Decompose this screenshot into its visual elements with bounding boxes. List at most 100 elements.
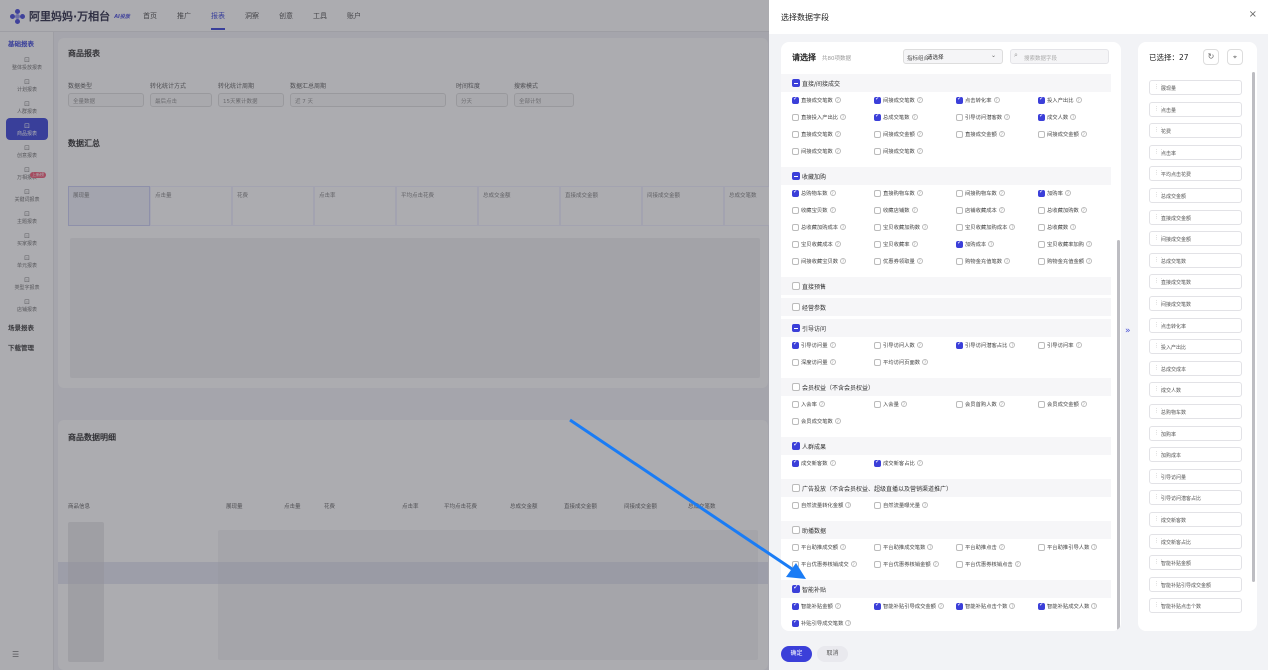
field-checkbox-item[interactable]: 加购成本? — [956, 239, 995, 249]
field-group-header[interactable]: 直接预售 — [781, 277, 1111, 295]
help-icon[interactable]: ? — [1080, 131, 1087, 137]
checkbox[interactable] — [1038, 601, 1045, 610]
help-icon[interactable]: ? — [932, 561, 939, 567]
left-scrollbar[interactable] — [1117, 240, 1120, 630]
selected-field-item[interactable]: ⋮⋮ 引导访问潜客占比 — [1149, 490, 1242, 506]
help-icon[interactable]: ? — [1014, 561, 1021, 567]
field-checkbox-item[interactable]: 总收藏数? — [1038, 222, 1077, 232]
checkbox[interactable] — [792, 358, 799, 366]
help-icon[interactable]: ? — [998, 401, 1005, 407]
help-icon[interactable]: ? — [840, 114, 847, 120]
checkbox[interactable] — [792, 257, 799, 265]
field-checkbox-item[interactable]: 宝贝收藏率加购? — [1038, 239, 1093, 249]
field-checkbox-item[interactable]: 间接收藏宝贝数? — [792, 256, 847, 266]
checkbox[interactable] — [792, 458, 799, 467]
help-icon[interactable]: ? — [993, 97, 1000, 103]
help-icon[interactable]: ? — [1070, 224, 1077, 230]
selected-field-item[interactable]: ⋮⋮ 引导访问量 — [1149, 468, 1242, 484]
field-checkbox-item[interactable]: 入会率? — [792, 399, 825, 409]
field-checkbox-item[interactable]: 间接成交金额? — [1038, 129, 1087, 139]
selected-field-item[interactable]: ⋮⋮ 花费 — [1149, 123, 1242, 139]
group-checkbox[interactable] — [792, 484, 800, 492]
field-checkbox-item[interactable]: 平台优惠券核销金额? — [874, 559, 939, 569]
field-checkbox-item[interactable]: 间接成交金额? — [874, 129, 923, 139]
checkbox[interactable] — [874, 130, 881, 138]
field-checkbox-item[interactable]: 平均访问页面数? — [874, 357, 929, 367]
help-icon[interactable]: ? — [840, 224, 847, 230]
help-icon[interactable]: ? — [1004, 258, 1011, 264]
field-checkbox-item[interactable]: 直接投入产出比? — [792, 112, 847, 122]
field-checkbox-item[interactable]: 总收藏加购成本? — [792, 222, 847, 232]
field-checkbox-item[interactable]: 会员成交金额? — [1038, 399, 1087, 409]
checkbox[interactable] — [874, 240, 881, 248]
help-icon[interactable]: ? — [834, 148, 841, 154]
checkbox[interactable] — [792, 501, 799, 509]
help-icon[interactable]: ? — [922, 224, 929, 230]
help-icon[interactable]: ? — [916, 258, 923, 264]
help-icon[interactable]: ? — [1004, 114, 1011, 120]
selected-field-item[interactable]: ⋮⋮ 间接成交金额 — [1149, 231, 1242, 247]
field-checkbox-item[interactable]: 间接成交笔数? — [874, 146, 923, 156]
checkbox[interactable] — [792, 188, 799, 197]
modal-overlay[interactable] — [0, 0, 769, 670]
field-checkbox-item[interactable]: 总收藏加购数? — [1038, 205, 1087, 215]
checkbox[interactable] — [874, 543, 881, 551]
help-icon[interactable]: ? — [850, 561, 857, 567]
help-icon[interactable]: ? — [829, 190, 836, 196]
field-checkbox-item[interactable]: 智能补贴成交人数? — [1038, 601, 1098, 611]
help-icon[interactable]: ? — [916, 460, 923, 466]
field-checkbox-item[interactable]: 平台优惠券核销成交? — [792, 559, 857, 569]
field-checkbox-item[interactable]: 总成交笔数? — [874, 112, 918, 122]
checkbox[interactable] — [1038, 130, 1045, 138]
checkbox[interactable] — [792, 147, 799, 155]
field-checkbox-item[interactable]: 直接成交笔数? — [792, 95, 841, 105]
checkbox[interactable] — [874, 341, 881, 349]
close-icon[interactable]: × — [1249, 9, 1257, 20]
help-icon[interactable]: ? — [834, 131, 841, 137]
checkbox[interactable] — [956, 130, 963, 138]
selected-field-item[interactable]: ⋮⋮ 直接成交笔数 — [1149, 274, 1242, 290]
help-icon[interactable]: ? — [1009, 224, 1016, 230]
field-checkbox-item[interactable]: 直接成交金额? — [956, 129, 1005, 139]
field-group-header[interactable]: 助播数据 — [781, 521, 1111, 539]
checkbox[interactable] — [792, 130, 799, 138]
selected-field-item[interactable]: ⋮⋮ 直接成交金额 — [1149, 209, 1242, 225]
selected-field-item[interactable]: ⋮⋮ 总成交成本 — [1149, 360, 1242, 376]
checkbox[interactable] — [874, 112, 881, 121]
checkbox[interactable] — [874, 147, 881, 155]
checkbox[interactable] — [792, 240, 799, 248]
help-icon[interactable]: ? — [834, 241, 841, 247]
checkbox[interactable] — [874, 458, 881, 467]
selected-field-item[interactable]: ⋮⋮ 成交新客占比 — [1149, 533, 1242, 549]
field-checkbox-item[interactable]: 引导访问人数? — [874, 340, 923, 350]
group-checkbox[interactable] — [792, 79, 800, 87]
field-checkbox-item[interactable]: 深度访问量? — [792, 357, 836, 367]
field-group-header[interactable]: 经营参数 — [781, 298, 1111, 316]
field-checkbox-item[interactable]: 直接成交笔数? — [792, 129, 841, 139]
help-icon[interactable]: ? — [998, 190, 1005, 196]
checkbox[interactable] — [792, 113, 799, 121]
help-icon[interactable]: ? — [916, 342, 923, 348]
pin-icon[interactable]: ⌖ — [1227, 49, 1243, 65]
help-icon[interactable]: ? — [845, 502, 852, 508]
field-checkbox-item[interactable]: 间接成交笔数? — [792, 146, 841, 156]
help-icon[interactable]: ? — [1091, 603, 1098, 609]
help-icon[interactable]: ? — [937, 603, 944, 609]
field-checkbox-item[interactable]: 加购率? — [1038, 188, 1071, 198]
field-checkbox-item[interactable]: 平台助推成交额? — [792, 542, 847, 552]
field-checkbox-item[interactable]: 投入产出比? — [1038, 95, 1082, 105]
selected-field-item[interactable]: ⋮⋮ 平均点击花费 — [1149, 166, 1242, 182]
field-checkbox-item[interactable]: 补贴引导成交笔数? — [792, 618, 852, 628]
help-icon[interactable]: ? — [834, 603, 841, 609]
field-checkbox-item[interactable]: 收藏店铺数? — [874, 205, 918, 215]
field-checkbox-item[interactable]: 购物金充值金额? — [1038, 256, 1093, 266]
field-checkbox-item[interactable]: 宝贝收藏成本? — [792, 239, 841, 249]
field-group-header[interactable]: 智能补贴 — [781, 580, 1111, 598]
checkbox[interactable] — [792, 95, 799, 104]
help-icon[interactable]: ? — [1091, 544, 1098, 550]
selected-field-item[interactable]: ⋮⋮ 加购率 — [1149, 425, 1242, 441]
checkbox[interactable] — [956, 206, 963, 214]
field-checkbox-item[interactable]: 会员成交笔数? — [792, 416, 841, 426]
field-checkbox-item[interactable]: 成交新客占比? — [874, 458, 923, 468]
field-checkbox-item[interactable]: 成交人数? — [1038, 112, 1077, 122]
